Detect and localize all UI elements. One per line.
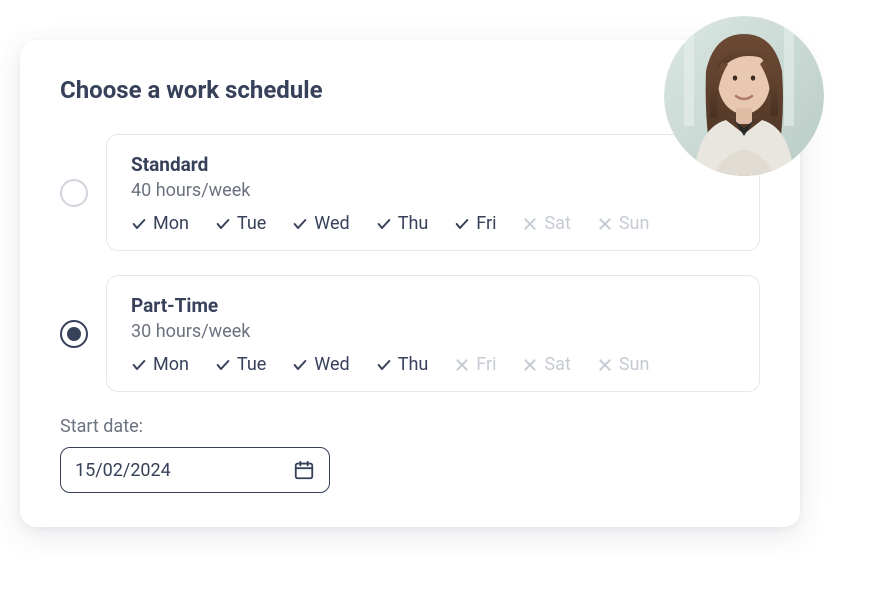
check-icon (215, 216, 231, 232)
day-thu: Thu (376, 354, 429, 375)
radio-standard[interactable] (60, 179, 88, 207)
avatar (664, 16, 824, 176)
day-sat: Sat (522, 354, 570, 375)
x-icon (522, 216, 538, 232)
schedule-card: Choose a work schedule Standard 40 hours… (20, 40, 800, 527)
day-fri: Fri (454, 213, 496, 234)
check-icon (131, 357, 147, 373)
day-thu: Thu (376, 213, 429, 234)
option-card-standard: Standard 40 hours/week Mon Tue Wed Thu F… (106, 134, 760, 251)
radio-parttime[interactable] (60, 320, 88, 348)
check-icon (376, 357, 392, 373)
day-sun: Sun (597, 213, 650, 234)
day-wed: Wed (292, 213, 349, 234)
day-sun: Sun (597, 354, 650, 375)
x-icon (522, 357, 538, 373)
check-icon (131, 216, 147, 232)
day-wed: Wed (292, 354, 349, 375)
check-icon (292, 216, 308, 232)
x-icon (597, 357, 613, 373)
schedule-option-parttime[interactable]: Part-Time 30 hours/week Mon Tue Wed Thu … (60, 275, 760, 392)
days-row: Mon Tue Wed Thu Fri Sat Sun (131, 354, 735, 375)
option-card-parttime: Part-Time 30 hours/week Mon Tue Wed Thu … (106, 275, 760, 392)
calendar-icon (293, 459, 315, 481)
check-icon (376, 216, 392, 232)
check-icon (215, 357, 231, 373)
option-subtitle: 40 hours/week (131, 180, 735, 201)
day-mon: Mon (131, 213, 189, 234)
day-fri: Fri (454, 354, 496, 375)
check-icon (454, 216, 470, 232)
day-tue: Tue (215, 213, 266, 234)
start-date-value: 15/02/2024 (75, 460, 171, 481)
option-subtitle: 30 hours/week (131, 321, 735, 342)
x-icon (597, 216, 613, 232)
option-title: Part-Time (131, 294, 735, 317)
day-mon: Mon (131, 354, 189, 375)
schedule-option-standard[interactable]: Standard 40 hours/week Mon Tue Wed Thu F… (60, 134, 760, 251)
start-date-label: Start date: (60, 416, 760, 437)
x-icon (454, 357, 470, 373)
check-icon (292, 357, 308, 373)
days-row: Mon Tue Wed Thu Fri Sat Sun (131, 213, 735, 234)
day-tue: Tue (215, 354, 266, 375)
page-title: Choose a work schedule (60, 76, 760, 104)
start-date-input[interactable]: 15/02/2024 (60, 447, 330, 493)
option-title: Standard (131, 153, 735, 176)
day-sat: Sat (522, 213, 570, 234)
